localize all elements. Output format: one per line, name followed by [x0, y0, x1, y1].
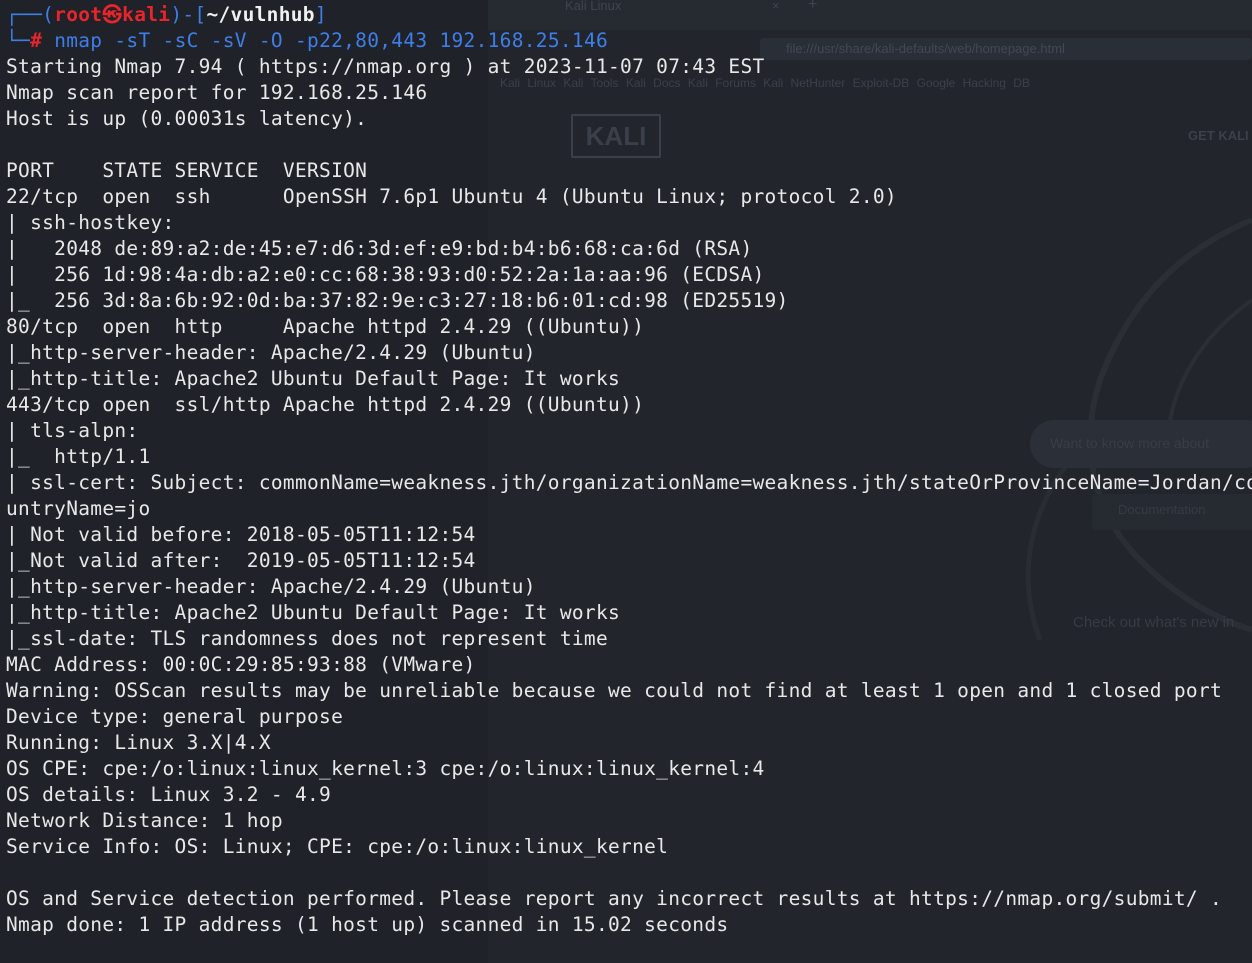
- prompt-line-command: └─# nmap -sT -sC -sV -O -p22,80,443 192.…: [6, 28, 1252, 54]
- nmap-output: Starting Nmap 7.94 ( https://nmap.org ) …: [6, 54, 1252, 938]
- output-line: Starting Nmap 7.94 ( https://nmap.org ) …: [6, 55, 765, 78]
- output-line: |_ 256 3d:8a:6b:92:0d:ba:37:82:9e:c3:27:…: [6, 289, 789, 312]
- output-line: PORT STATE SERVICE VERSION: [6, 159, 368, 182]
- output-line: |_ http/1.1: [6, 445, 151, 468]
- prompt-line-top: ┌──(root㉿kali)-[~/vulnhub]: [6, 2, 1252, 28]
- output-line: |_http-title: Apache2 Ubuntu Default Pag…: [6, 601, 621, 624]
- prompt-corner-top: ┌──(: [6, 3, 55, 26]
- prompt-path-close: ]: [314, 3, 327, 26]
- output-line: |_http-server-header: Apache/2.4.29 (Ubu…: [6, 341, 536, 364]
- prompt-host: kali: [122, 3, 171, 26]
- output-line: OS details: Linux 3.2 - 4.9: [6, 783, 332, 806]
- output-line: |_Not valid after: 2019-05-05T11:12:54: [6, 549, 476, 572]
- output-line: MAC Address: 00:0C:29:85:93:88 (VMware): [6, 653, 476, 676]
- output-line: OS and Service detection performed. Plea…: [6, 887, 1223, 910]
- output-line: | ssh-hostkey:: [6, 211, 175, 234]
- output-line: | ssl-cert: Subject: commonName=weakness…: [6, 471, 1252, 494]
- prompt-path: ~/vulnhub: [206, 3, 315, 26]
- output-line: | 256 1d:98:4a:db:a2:e0:cc:68:38:93:d0:5…: [6, 263, 765, 286]
- output-line: |_ssl-date: TLS randomness does not repr…: [6, 627, 608, 650]
- output-line: 80/tcp open http Apache httpd 2.4.29 ((U…: [6, 315, 645, 338]
- output-line: 443/tcp open ssl/http Apache httpd 2.4.2…: [6, 393, 645, 416]
- command-text: nmap -sT -sC -sV -O -p22,80,443 192.168.…: [54, 29, 609, 52]
- output-line: | 2048 de:89:a2:de:45:e7:d6:3d:ef:e9:bd:…: [6, 237, 753, 260]
- output-line: Host is up (0.00031s latency).: [6, 107, 368, 130]
- prompt-corner-bottom: └─: [6, 29, 31, 52]
- prompt-skull-icon: ㉿: [102, 3, 123, 26]
- output-line: | Not valid before: 2018-05-05T11:12:54: [6, 523, 476, 546]
- output-line: Nmap scan report for 192.168.25.146: [6, 81, 428, 104]
- output-line: Device type: general purpose: [6, 705, 344, 728]
- output-line: Nmap done: 1 IP address (1 host up) scan…: [6, 913, 729, 936]
- output-line: |_http-server-header: Apache/2.4.29 (Ubu…: [6, 575, 536, 598]
- output-line: Warning: OSScan results may be unreliabl…: [6, 679, 1223, 702]
- output-line: Running: Linux 3.X|4.X: [6, 731, 271, 754]
- output-line: 22/tcp open ssh OpenSSH 7.6p1 Ubuntu 4 (…: [6, 185, 897, 208]
- prompt-path-open: )-[: [170, 3, 207, 26]
- output-line: |_http-title: Apache2 Ubuntu Default Pag…: [6, 367, 621, 390]
- output-line: | tls-alpn:: [6, 419, 139, 442]
- prompt-hash: #: [30, 29, 43, 52]
- output-line: OS CPE: cpe:/o:linux:linux_kernel:3 cpe:…: [6, 757, 765, 780]
- terminal-output[interactable]: ┌──(root㉿kali)-[~/vulnhub] └─# nmap -sT …: [6, 2, 1252, 938]
- output-line: Service Info: OS: Linux; CPE: cpe:/o:lin…: [6, 835, 669, 858]
- output-line: untryName=jo: [6, 497, 151, 520]
- prompt-user: root: [54, 3, 103, 26]
- output-line: Network Distance: 1 hop: [6, 809, 283, 832]
